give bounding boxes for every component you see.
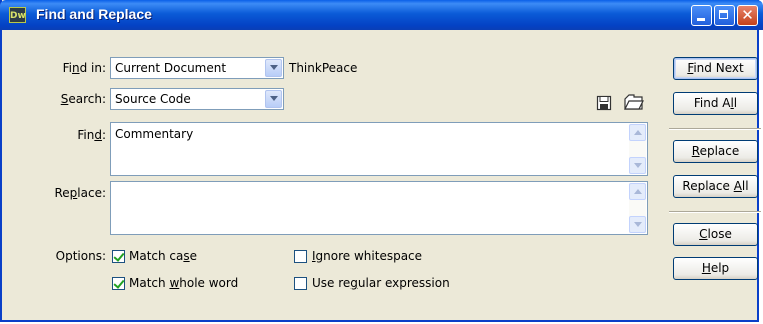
find-next-button[interactable]: Find Next — [673, 57, 758, 80]
help-button[interactable]: Help — [673, 257, 758, 280]
find-scrollbar[interactable] — [629, 124, 646, 174]
replace-label: Replace: — [54, 186, 106, 200]
save-query-icon[interactable] — [596, 95, 612, 111]
close-icon: ✕ — [741, 6, 754, 24]
minimize-button[interactable] — [691, 5, 712, 26]
ignore-whitespace-label[interactable]: Ignore whitespace — [312, 249, 422, 263]
search-value: Source Code — [115, 92, 191, 106]
scroll-up-icon[interactable] — [629, 183, 646, 200]
find-in-label: Find in: — [62, 61, 106, 75]
scroll-down-icon[interactable] — [629, 216, 646, 233]
scroll-up-icon[interactable] — [629, 124, 646, 141]
scroll-down-icon[interactable] — [629, 157, 646, 174]
find-replace-dialog: Dw Find and Replace ✕ Find in: Current D… — [0, 0, 763, 322]
replace-textarea[interactable] — [110, 181, 648, 235]
chevron-down-icon[interactable] — [265, 90, 282, 108]
chevron-down-icon[interactable] — [265, 59, 282, 77]
button-separator — [669, 211, 761, 213]
search-label: Search: — [60, 92, 106, 106]
options-label: Options: — [55, 249, 106, 263]
match-case-checkbox[interactable] — [112, 250, 125, 263]
button-separator — [669, 128, 761, 130]
window-title: Find and Replace — [36, 6, 152, 22]
replace-button[interactable]: Replace — [673, 140, 758, 163]
maximize-button[interactable] — [714, 5, 735, 26]
load-query-icon[interactable] — [622, 93, 644, 111]
document-name: ThinkPeace — [289, 61, 358, 75]
replace-scrollbar[interactable] — [629, 183, 646, 233]
find-label: Find: — [77, 128, 106, 142]
find-all-button[interactable]: Find All — [673, 92, 758, 115]
replace-all-button[interactable]: Replace All — [673, 175, 758, 198]
title-bar[interactable]: Dw Find and Replace ✕ — [0, 0, 763, 30]
match-whole-word-label[interactable]: Match whole word — [129, 276, 238, 290]
use-regex-checkbox[interactable] — [294, 277, 307, 290]
ignore-whitespace-checkbox[interactable] — [294, 250, 307, 263]
use-regex-label[interactable]: Use regular expression — [312, 276, 450, 290]
search-select[interactable]: Source Code — [110, 88, 284, 110]
find-in-select[interactable]: Current Document — [110, 57, 284, 79]
dreamweaver-app-icon: Dw — [9, 7, 26, 23]
match-whole-word-checkbox[interactable] — [112, 277, 125, 290]
find-value: Commentary — [115, 127, 194, 141]
close-window-button[interactable]: ✕ — [737, 5, 758, 26]
close-button[interactable]: Close — [673, 223, 758, 246]
find-textarea[interactable]: Commentary — [110, 122, 648, 176]
find-in-value: Current Document — [115, 61, 227, 75]
match-case-label[interactable]: Match case — [129, 249, 197, 263]
